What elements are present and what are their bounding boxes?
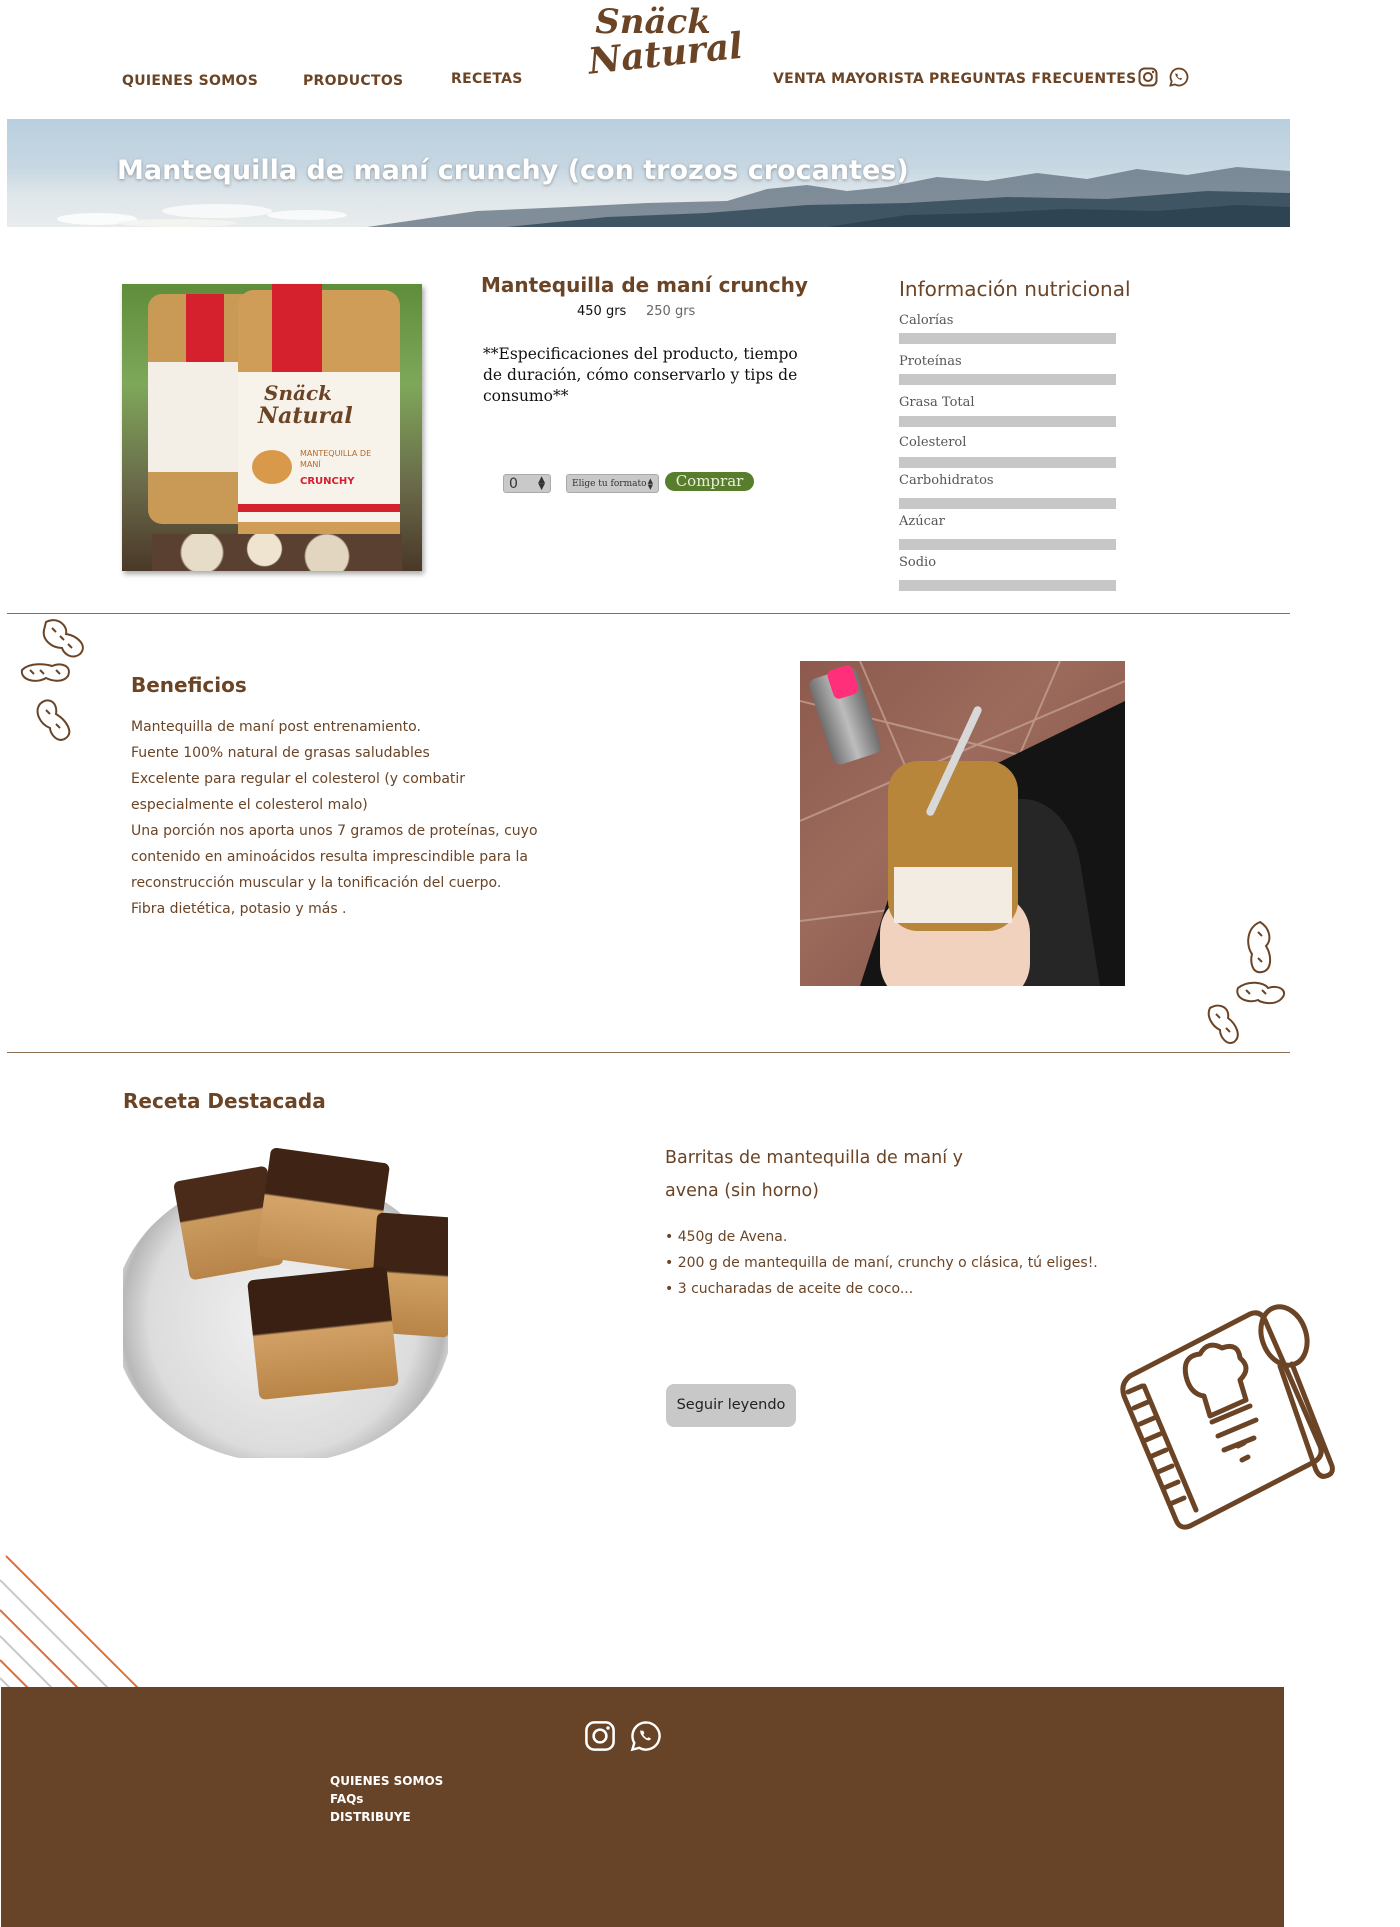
bar-piece xyxy=(247,1266,399,1400)
benefit-line: Una porción nos aporta unos 7 gramos de … xyxy=(131,823,538,839)
footer-link-distribuye[interactable]: DISTRIBUYE xyxy=(330,1808,443,1826)
peanuts-pile xyxy=(152,534,402,571)
nav-productos[interactable]: PRODUCTOS xyxy=(303,73,403,89)
ingredient-item: • 450g de Avena. xyxy=(665,1229,788,1245)
select-arrows-icon: ▲ ▼ xyxy=(538,474,545,492)
format-select-placeholder: Elige tu formato xyxy=(572,478,647,489)
jar-front-label: Snäck Natural MANTEQUILLA DE MANÍ CRUNCH… xyxy=(238,372,400,522)
whatsapp-icon[interactable] xyxy=(630,1720,662,1752)
logo-line2: Natural xyxy=(586,25,745,83)
instagram-icon[interactable] xyxy=(1138,67,1158,87)
select-arrows-icon: ▲ ▼ xyxy=(647,476,653,491)
nutrition-label-sodio: Sodio xyxy=(899,555,937,570)
benefit-line: Mantequilla de maní post entrenamiento. xyxy=(131,719,421,735)
jar-front-seal xyxy=(272,284,322,380)
nutrition-label-carbohidratos: Carbohidratos xyxy=(899,473,994,488)
recipe-title-line1[interactable]: Barritas de mantequilla de maní y xyxy=(665,1142,963,1175)
quantity-value: 0 xyxy=(509,475,518,492)
nutrition-bar-colesterol xyxy=(899,457,1116,468)
nav-recetas[interactable]: RECETAS xyxy=(451,71,523,87)
recipe-section-title: Receta Destacada xyxy=(123,1089,326,1113)
footer-link-quienes-somos[interactable]: QUIENES SOMOS xyxy=(330,1772,443,1790)
footer-link-faqs[interactable]: FAQs xyxy=(330,1790,443,1808)
jar-logo-line2: Natural xyxy=(258,403,353,429)
peanut-illustration xyxy=(252,450,292,484)
nutrition-bar-carbohidratos xyxy=(899,498,1116,509)
benefit-line: Excelente para regular el colesterol (y … xyxy=(131,771,466,787)
jar-label-crunchy: CRUNCHY xyxy=(300,476,355,487)
benefit-line: contenido en aminoácidos resulta impresc… xyxy=(131,849,528,865)
nutrition-label-colesterol: Colesterol xyxy=(899,435,967,450)
quantity-select[interactable]: 0 ▲ ▼ xyxy=(503,474,551,493)
nutrition-bar-grasa xyxy=(899,416,1116,427)
nutrition-title: Información nutricional xyxy=(899,277,1131,301)
buy-button[interactable]: Comprar xyxy=(665,472,754,491)
peanut-doodle-icon xyxy=(1207,920,1286,1044)
nutrition-label-azucar: Azúcar xyxy=(899,514,945,529)
benefit-line: especialmente el colesterol malo) xyxy=(131,797,368,813)
decorative-stripes xyxy=(0,1555,139,1689)
nutrition-bar-azucar xyxy=(899,539,1116,550)
recipe-title-line2[interactable]: avena (sin horno) xyxy=(665,1175,819,1208)
recipe-image xyxy=(123,1143,448,1458)
instagram-icon[interactable] xyxy=(584,1720,616,1752)
site-footer: QUIENES SOMOS FAQs DISTRIBUYE xyxy=(1,1687,1284,1927)
benefits-title: Beneficios xyxy=(131,673,247,697)
section-divider xyxy=(7,1052,1290,1053)
read-more-button[interactable]: Seguir leyendo xyxy=(666,1384,796,1427)
nutrition-label-proteinas: Proteínas xyxy=(899,354,962,369)
ingredient-item: • 3 cucharadas de aceite de coco... xyxy=(665,1281,914,1297)
open-jar-label xyxy=(894,867,1012,923)
product-description: **Especificaciones del producto, tiempo … xyxy=(483,345,798,405)
nutrition-label-grasa: Grasa Total xyxy=(899,395,975,410)
format-option-250[interactable]: 250 grs xyxy=(646,304,695,319)
section-divider xyxy=(7,613,1290,614)
nav-preguntas-frecuentes[interactable]: PREGUNTAS FRECUENTES xyxy=(929,71,1136,87)
nutrition-bar-proteinas xyxy=(899,374,1116,385)
product-image: Snäck Natural MANTEQUILLA DE MANÍ CRUNCH… xyxy=(122,284,422,571)
benefit-line: Fuente 100% natural de grasas saludables xyxy=(131,745,430,761)
ingredient-item: • 200 g de mantequilla de maní, crunchy … xyxy=(665,1255,1098,1271)
benefits-list: Mantequilla de maní post entrenamiento. … xyxy=(131,714,538,922)
benefits-photo xyxy=(800,661,1125,986)
nav-quienes-somos[interactable]: QUIENES SOMOS xyxy=(122,73,258,89)
format-option-450[interactable]: 450 grs xyxy=(577,304,626,319)
jar-label-text: MANTEQUILLA DE MANÍ xyxy=(300,449,372,469)
site-logo[interactable]: Snäck Natural xyxy=(586,5,745,83)
nutrition-label-calorias: Calorías xyxy=(899,313,954,328)
ingredient-list: • 450g de Avena. • 200 g de mantequilla … xyxy=(665,1224,1098,1302)
jar-logo-line1: Snäck xyxy=(264,381,332,405)
format-select[interactable]: Elige tu formato ▲ ▼ xyxy=(566,474,659,493)
whatsapp-icon[interactable] xyxy=(1169,67,1189,87)
product-title: Mantequilla de maní crunchy xyxy=(481,273,808,297)
recipe-book-icon xyxy=(1120,1304,1335,1530)
nav-venta-mayorista[interactable]: VENTA MAYORISTA xyxy=(773,71,924,87)
nutrition-bar-sodio xyxy=(899,580,1116,591)
benefit-line: reconstrucción muscular y la tonificació… xyxy=(131,875,502,891)
hero-banner: Mantequilla de maní crunchy (con trozos … xyxy=(7,119,1290,227)
jar-label-stripe xyxy=(238,504,400,512)
bar-piece xyxy=(255,1147,391,1273)
nutrition-bar-calorias xyxy=(899,333,1116,344)
banner-title: Mantequilla de maní crunchy (con trozos … xyxy=(117,155,909,186)
peanut-doodle-icon xyxy=(20,619,84,741)
footer-links: QUIENES SOMOS FAQs DISTRIBUYE xyxy=(330,1772,443,1826)
benefit-line: Fibra dietética, potasio y más . xyxy=(131,901,347,917)
